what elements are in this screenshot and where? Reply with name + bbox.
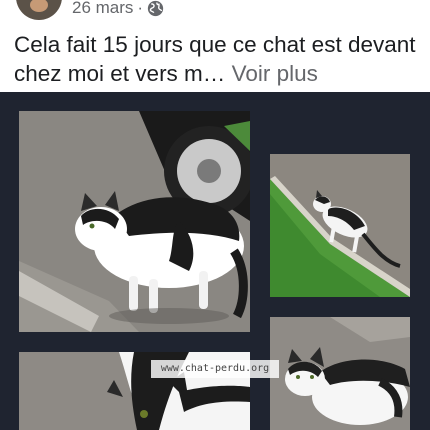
post-date[interactable]: 26 mars xyxy=(72,0,133,18)
photo-cat-on-grass[interactable] xyxy=(270,154,410,297)
photo-cat-by-car[interactable] xyxy=(19,111,250,332)
post-meta: 26 mars · xyxy=(72,0,164,18)
post-header: 26 mars · xyxy=(0,0,430,24)
post-text: Cela fait 15 jours que ce chat est devan… xyxy=(14,30,424,88)
post-body: Cela fait 15 jours que ce chat est devan… xyxy=(14,32,416,86)
photo-cat-by-car-image xyxy=(19,111,250,332)
photo-cat-standing[interactable] xyxy=(270,317,410,430)
see-more-link[interactable]: Voir plus xyxy=(232,61,318,86)
watermark: www.chat-perdu.org xyxy=(151,360,279,378)
photo-cat-standing-image xyxy=(270,317,410,430)
photo-gallery: www.chat-perdu.org xyxy=(0,92,430,430)
meta-separator: · xyxy=(137,0,144,17)
globe-icon[interactable] xyxy=(147,0,164,17)
photo-cat-on-grass-image xyxy=(270,154,410,297)
avatar[interactable] xyxy=(16,0,62,20)
